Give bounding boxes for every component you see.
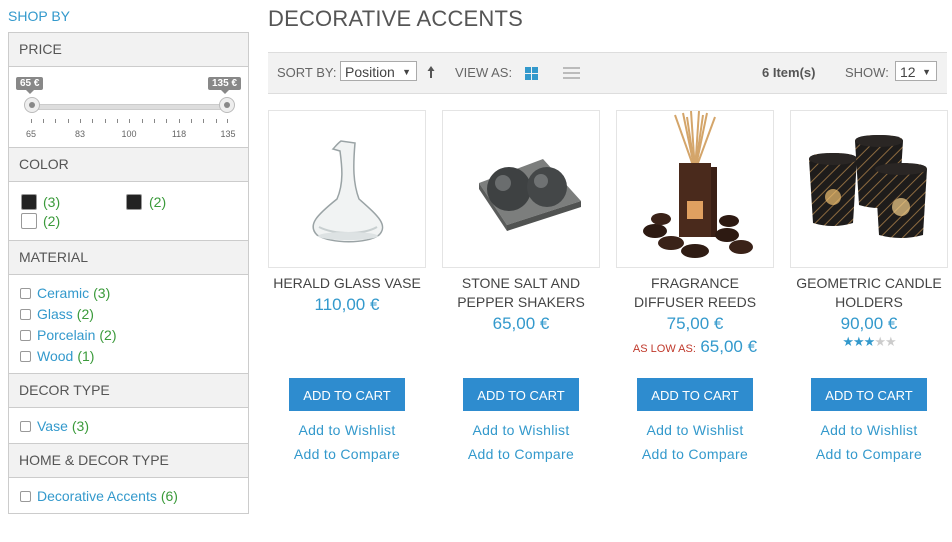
product-price: 65,00 € <box>492 314 550 333</box>
product-price: 90,00 € <box>840 314 898 333</box>
show-label: SHOW: <box>845 65 889 80</box>
price-tick-label: 135 <box>220 129 236 139</box>
grid-view-icon[interactable] <box>525 67 538 80</box>
sort-by-label: SORT BY: <box>277 65 337 80</box>
checkbox[interactable] <box>20 351 31 362</box>
price-max-handle[interactable] <box>219 97 235 113</box>
add-to-wishlist-link[interactable]: Add to Wishlist <box>790 422 948 438</box>
add-to-cart-button[interactable]: ADD TO CART <box>463 378 579 411</box>
price-tick-label: 118 <box>171 129 187 139</box>
price-slider-track[interactable] <box>31 104 230 110</box>
add-to-compare-link[interactable]: Add to Compare <box>442 446 600 462</box>
filter-home-decor-type-title[interactable]: HOME & DECOR TYPE <box>9 444 248 478</box>
material-filter: Ceramic (3) Glass (2) Porcelain (2) Wood (1) <box>9 275 248 374</box>
material-option-porcelain[interactable]: Porcelain (2) <box>20 325 248 346</box>
decor-type-filter: Vase (3) <box>9 408 248 444</box>
price-slider: 65 € 135 € 65 83 100 118 135 <box>9 67 248 148</box>
price-ticks <box>31 119 228 125</box>
add-to-cart-button[interactable]: ADD TO CART <box>811 378 927 411</box>
product-image[interactable] <box>442 110 600 268</box>
color-count: (2) <box>149 194 167 210</box>
sort-direction-icon[interactable] <box>427 65 435 82</box>
add-to-wishlist-link[interactable]: Add to Wishlist <box>442 422 600 438</box>
star-icon: ★ <box>874 334 886 349</box>
checkbox[interactable] <box>20 330 31 341</box>
add-to-wishlist-link[interactable]: Add to Wishlist <box>268 422 426 438</box>
product-price: 75,00 € <box>666 314 724 333</box>
product-image[interactable] <box>268 110 426 268</box>
home-decor-option-decorative-accents[interactable]: Decorative Accents (6) <box>20 486 248 507</box>
color-swatch-black-2[interactable] <box>126 194 142 210</box>
checkbox[interactable] <box>20 288 31 299</box>
add-to-compare-link[interactable]: Add to Compare <box>616 446 774 462</box>
checkbox[interactable] <box>20 309 31 320</box>
sort-by-select[interactable]: Position ▼ <box>340 61 417 81</box>
material-option-ceramic[interactable]: Ceramic (3) <box>20 283 248 304</box>
color-swatch-black[interactable] <box>21 194 37 210</box>
view-as-label: VIEW AS: <box>455 65 513 80</box>
filter-material-title[interactable]: MATERIAL <box>9 241 248 275</box>
product-image[interactable] <box>790 110 948 268</box>
price-min-tag: 65 € <box>16 77 44 94</box>
add-to-compare-link[interactable]: Add to Compare <box>790 446 948 462</box>
price-min-handle[interactable] <box>24 97 40 113</box>
product-image[interactable] <box>616 110 774 268</box>
color-swatch-white[interactable] <box>21 213 37 229</box>
page-title: DECORATIVE ACCENTS <box>268 6 524 31</box>
product-card: GEOMETRIC CANDLE HOLDERS 90,00 € ★★★★★ <box>790 110 948 350</box>
color-count: (3) <box>43 194 61 210</box>
price-tick-label: 83 <box>74 129 86 139</box>
product-card: STONE SALT AND PEPPER SHAKERS 65,00 € <box>442 110 600 334</box>
as-low-as: AS LOW AS: 65,00 € <box>616 337 774 357</box>
product-name[interactable]: STONE SALT AND PEPPER SHAKERS <box>442 274 600 314</box>
star-icon: ★ <box>842 334 854 349</box>
product-name[interactable]: GEOMETRIC CANDLE HOLDERS <box>790 274 948 314</box>
rating-stars[interactable]: ★★★★★ <box>790 334 948 350</box>
color-count: (2) <box>43 213 61 229</box>
list-view-icon[interactable] <box>563 67 580 80</box>
price-tick-label: 65 <box>25 129 37 139</box>
as-low-as-label: AS LOW AS: <box>632 343 696 355</box>
checkbox[interactable] <box>20 491 31 502</box>
add-to-cart-button[interactable]: ADD TO CART <box>637 378 753 411</box>
product-name[interactable]: FRAGRANCE DIFFUSER REEDS <box>616 274 774 314</box>
product-price: 110,00 € <box>314 295 380 314</box>
price-tick-label: 100 <box>121 129 137 139</box>
add-to-wishlist-link[interactable]: Add to Wishlist <box>616 422 774 438</box>
material-option-glass[interactable]: Glass (2) <box>20 304 248 325</box>
chevron-down-icon: ▼ <box>922 67 931 77</box>
add-to-compare-link[interactable]: Add to Compare <box>268 446 426 462</box>
home-decor-type-filter: Decorative Accents (6) <box>9 478 248 513</box>
shop-by-heading: SHOP BY <box>8 8 70 24</box>
product-card: HERALD GLASS VASE 110,00 € <box>268 110 426 315</box>
product-card: FRAGRANCE DIFFUSER REEDS 75,00 € AS LOW … <box>616 110 774 357</box>
star-icon: ★ <box>853 334 865 349</box>
limiter-select[interactable]: 12 ▼ <box>895 61 937 81</box>
price-max-tag: 135 € <box>208 77 242 94</box>
star-icon: ★ <box>863 334 876 349</box>
products-toolbar: SORT BY: Position ▼ VIEW AS: 6 Item(s) SH… <box>268 52 947 94</box>
layered-navigation: PRICE 65 € 135 € 65 83 100 118 135 COLOR… <box>8 32 249 514</box>
add-to-cart-button[interactable]: ADD TO CART <box>289 378 405 411</box>
decor-type-option-vase[interactable]: Vase (3) <box>20 416 248 437</box>
filter-decor-type-title[interactable]: DECOR TYPE <box>9 374 248 408</box>
color-filter: (3) (2) (2) <box>9 182 248 241</box>
product-name[interactable]: HERALD GLASS VASE <box>268 274 426 295</box>
item-count: 6 Item(s) <box>762 65 816 80</box>
as-low-as-price: 65,00 € <box>700 337 758 356</box>
chevron-down-icon: ▼ <box>402 67 411 77</box>
material-option-wood[interactable]: Wood (1) <box>20 346 248 367</box>
filter-price-title[interactable]: PRICE <box>9 33 248 67</box>
filter-color-title[interactable]: COLOR <box>9 148 248 182</box>
star-icon: ★ <box>884 334 897 349</box>
checkbox[interactable] <box>20 421 31 432</box>
